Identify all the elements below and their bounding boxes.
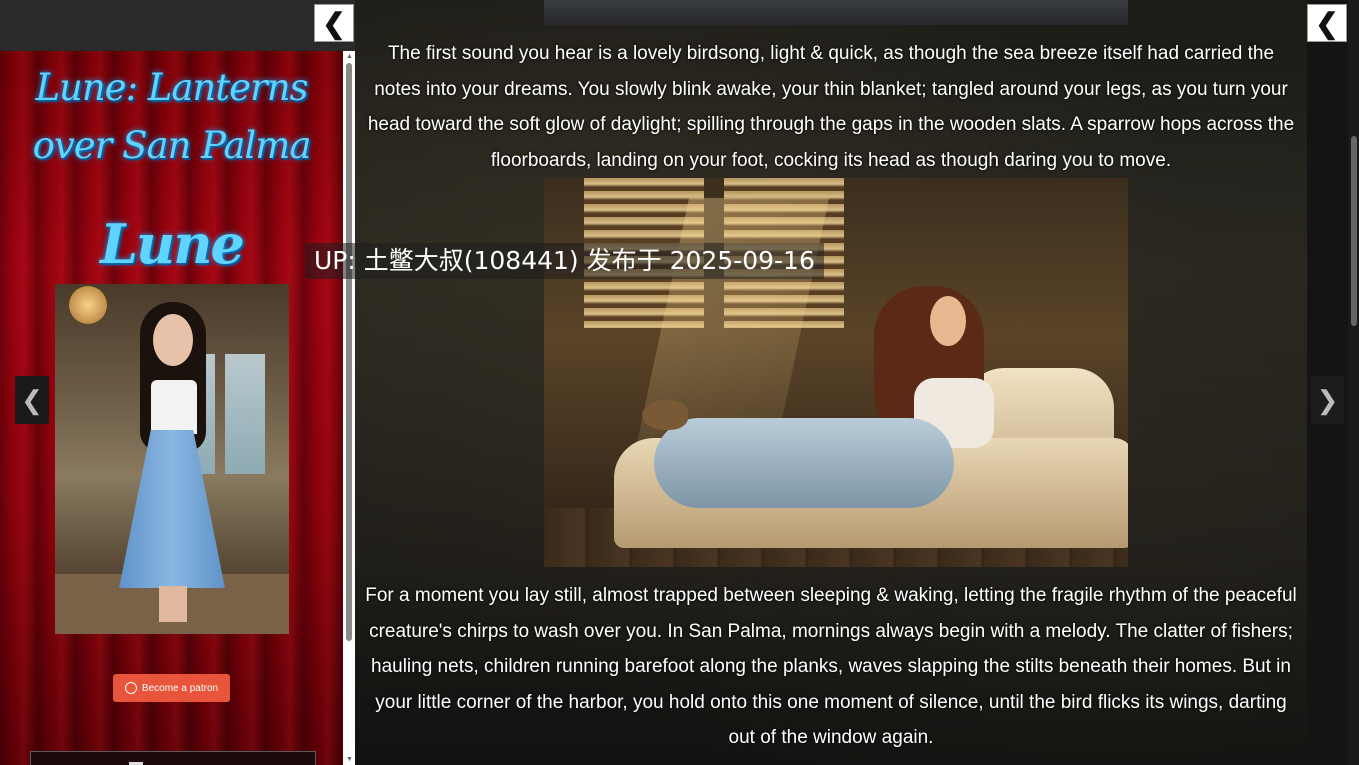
scene-image [544,178,1128,567]
sparrow [642,400,688,430]
story-title: Lune: Lanterns over San Palma [32,66,312,167]
chevron-right-icon: ❯ [1316,384,1339,415]
become-patron-button[interactable]: Become a patron [113,674,230,702]
sidebar-scrollbar[interactable]: ▲ ▼ [343,51,355,765]
character-portrait [55,284,289,634]
chevron-left-icon: ❮ [1315,7,1339,39]
sidebar-card[interactable] [30,751,316,765]
sidebar-scroll-thumb[interactable] [346,63,352,641]
scroll-down-icon[interactable]: ▼ [346,756,353,763]
next-image-button[interactable]: ❯ [1311,376,1344,424]
chevron-left-icon: ❮ [21,384,43,415]
collapse-right-panel-button[interactable]: ❮ [1307,4,1347,42]
uploader-watermark: UP: 土鳖大叔(108441) 发布于 2025-09-16 [305,243,824,279]
chevron-left-icon: ❮ [322,7,346,39]
character-sidebar: Lune: Lanterns over San Palma Lune Sorel… [0,51,343,765]
patreon-icon [124,682,137,694]
story-paragraph: The first sound you hear is a lovely bir… [367,43,1295,171]
previous-image-button[interactable]: ❮ [15,376,49,424]
become-patron-label: Become a patron [141,682,219,694]
story-panel: The first sound you hear is a lovely bir… [355,0,1307,765]
story-paragraph: For a moment you lay still, almost trapp… [365,585,1297,748]
sidebar-top-bar [0,0,355,51]
scroll-up-icon[interactable]: ▲ [346,53,353,60]
page-scrollbar[interactable] [1348,0,1359,765]
collapse-sidebar-button[interactable]: ❮ [314,4,354,42]
page-scroll-thumb[interactable] [1351,136,1357,326]
